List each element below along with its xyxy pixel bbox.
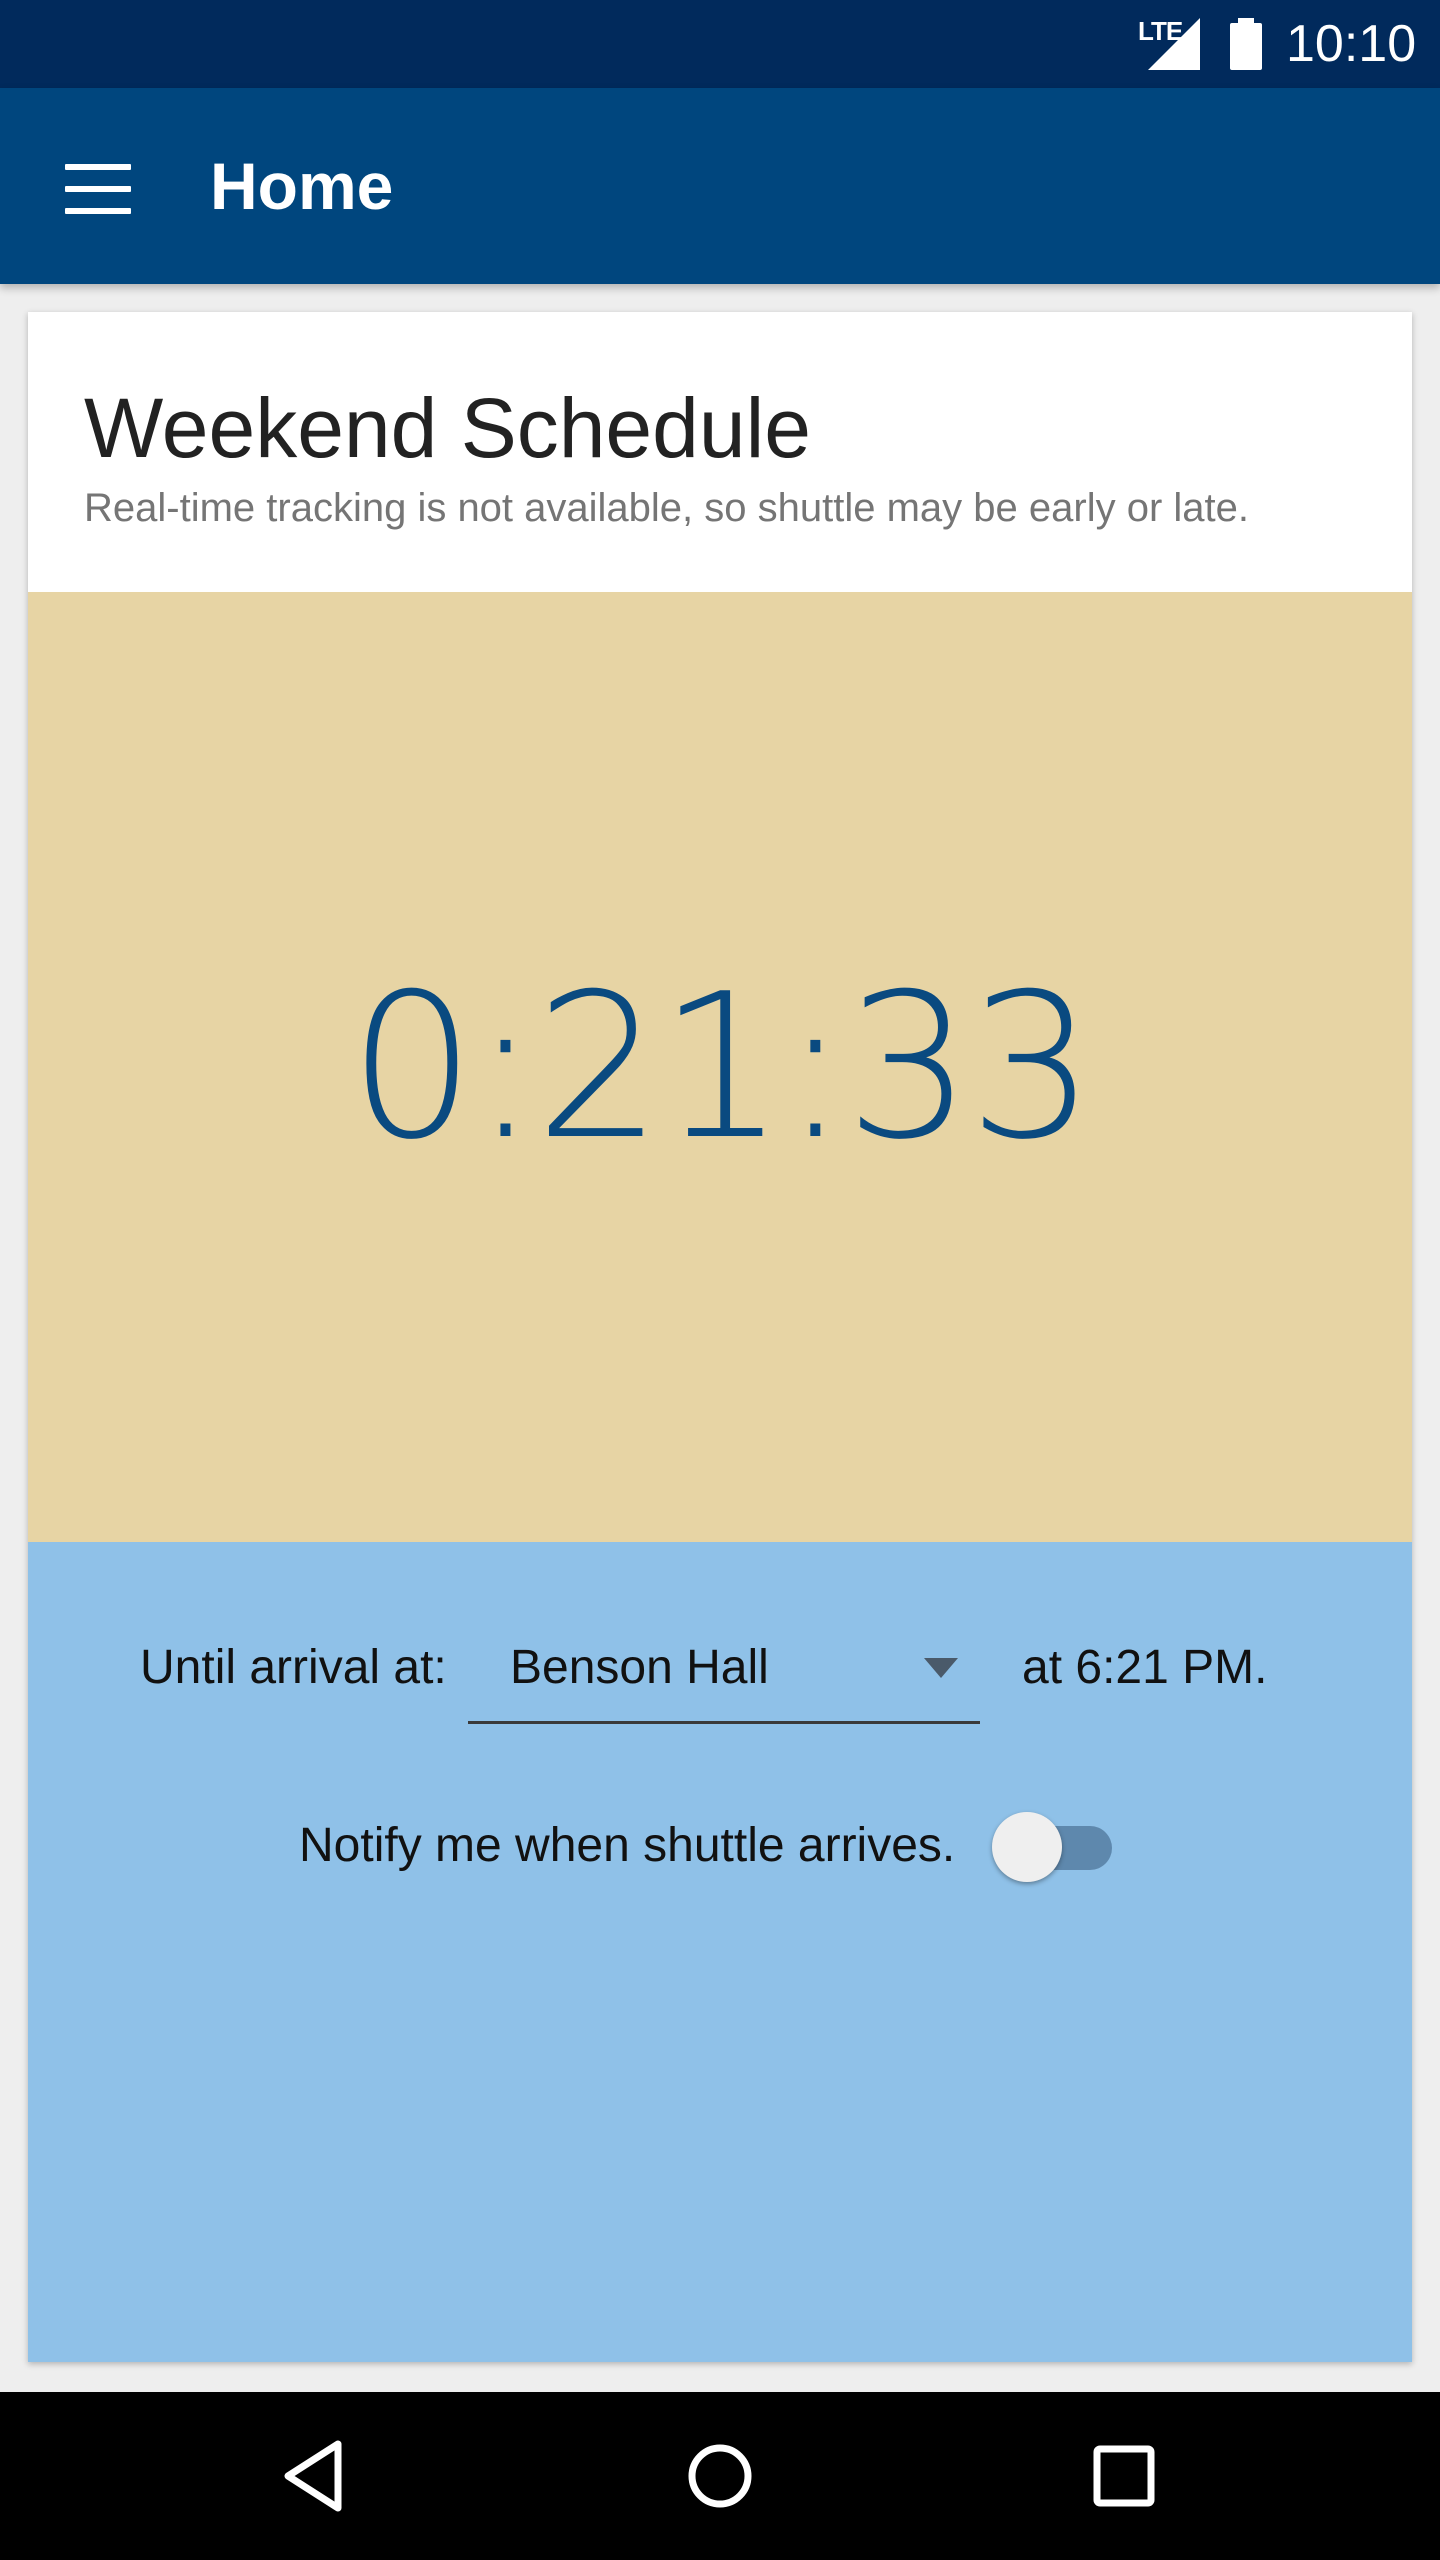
- stop-dropdown-value: Benson Hall: [510, 1641, 769, 1694]
- battery-icon: [1230, 18, 1262, 70]
- toggle-thumb: [992, 1812, 1062, 1882]
- status-bar: LTE 10:10: [0, 0, 1440, 88]
- card-header: Weekend Schedule Real-time tracking is n…: [28, 312, 1412, 592]
- app-bar: Home: [0, 88, 1440, 284]
- notify-toggle[interactable]: [988, 1802, 1138, 1892]
- schedule-subtitle: Real-time tracking is not available, so …: [84, 486, 1249, 530]
- arrival-time: at 6:21 PM.: [1022, 1641, 1268, 1694]
- stop-dropdown[interactable]: Benson Hall: [468, 1614, 980, 1724]
- until-arrival-label: Until arrival at:: [140, 1641, 447, 1694]
- home-icon[interactable]: [670, 2426, 770, 2526]
- system-nav-bar: [0, 2392, 1440, 2560]
- arrival-info-panel: Until arrival at: Benson Hall at 6:21 PM…: [28, 1542, 1412, 2362]
- back-icon[interactable]: [266, 2426, 366, 2526]
- notify-label: Notify me when shuttle arrives.: [299, 1819, 956, 1872]
- hamburger-menu-icon[interactable]: [46, 140, 146, 240]
- timer-panel: 0:21:33: [28, 592, 1412, 1542]
- lte-signal-icon: [1148, 18, 1200, 70]
- schedule-title: Weekend Schedule: [84, 381, 811, 475]
- schedule-card: Weekend Schedule Real-time tracking is n…: [28, 312, 1412, 2362]
- dropdown-arrow-icon: [924, 1658, 958, 1678]
- countdown-timer: 0:21:33: [348, 950, 1096, 1184]
- recents-icon[interactable]: [1074, 2426, 1174, 2526]
- status-time: 10:10: [1286, 15, 1417, 73]
- page-title: Home: [210, 149, 394, 223]
